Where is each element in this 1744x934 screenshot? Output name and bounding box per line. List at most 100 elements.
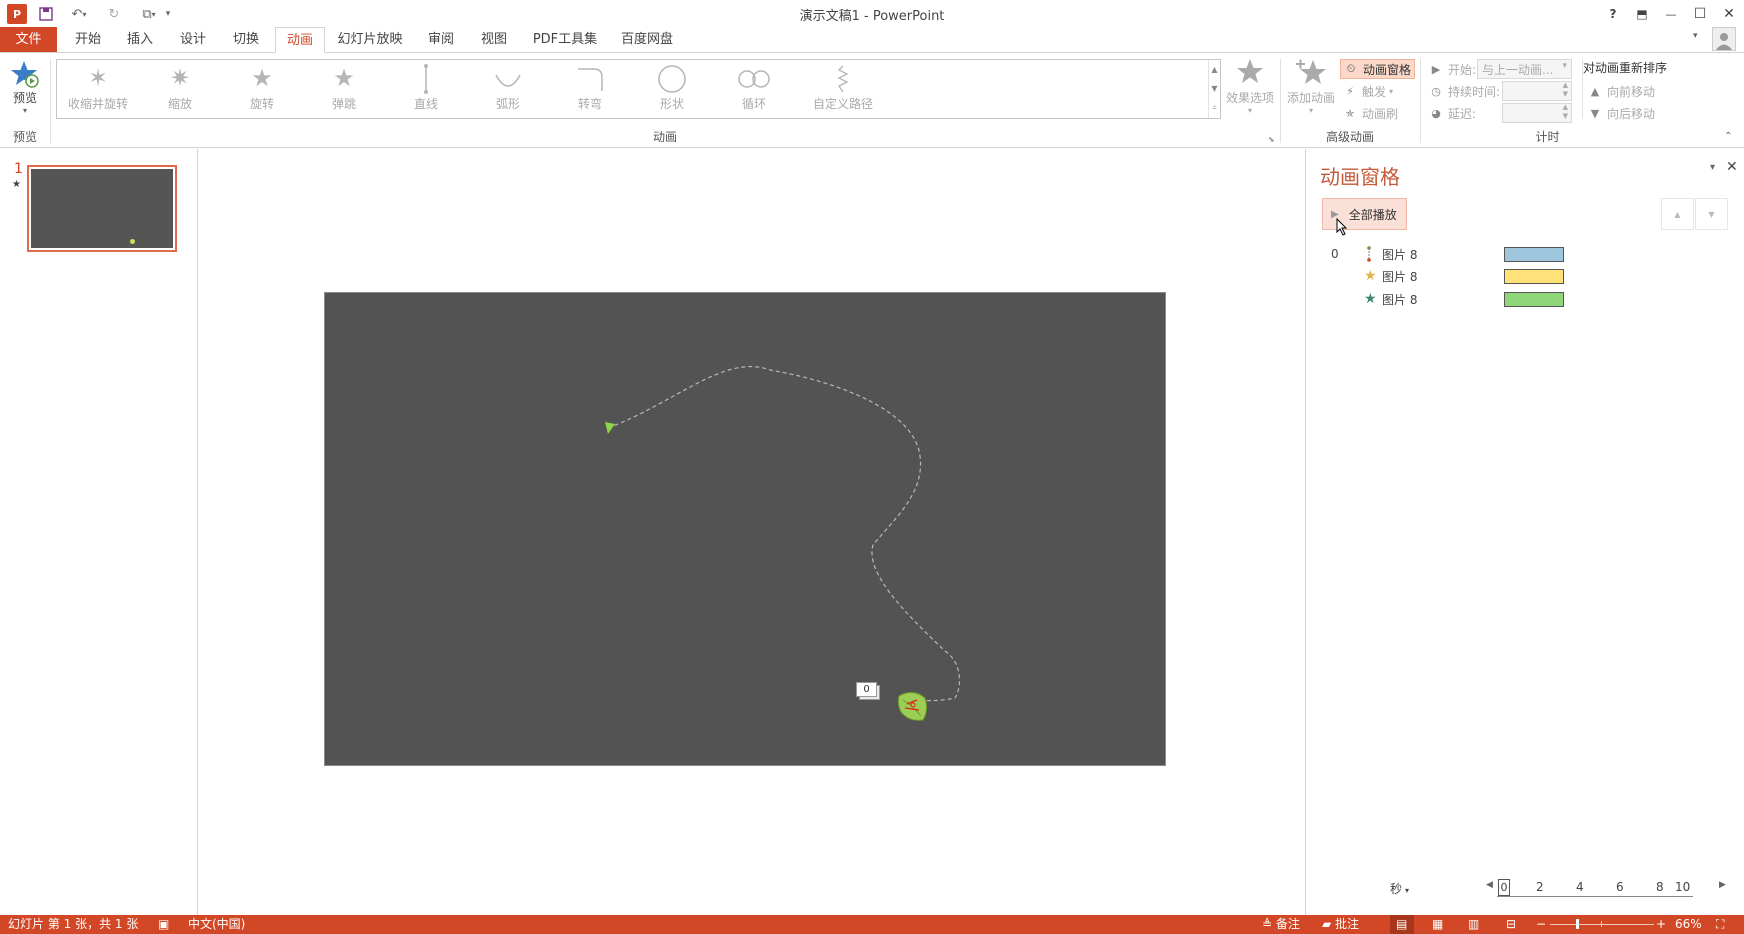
ribbon-display-options-button[interactable]: ⬒ (1628, 3, 1656, 25)
start-label: ▶ 开始: (1428, 59, 1476, 79)
close-button[interactable]: ✕ (1715, 3, 1743, 25)
shrink-turn-icon: ✶ (87, 64, 109, 92)
gallery-more-icon[interactable]: ⩡ (1212, 103, 1217, 113)
tab-design[interactable]: 设计 (173, 27, 213, 53)
redo-icon[interactable]: ↻ (104, 4, 124, 24)
animation-tag[interactable]: 0 (856, 682, 880, 700)
slideshow-view-icon[interactable]: ⊟ (1506, 917, 1516, 932)
notes-button[interactable]: ≜ 备注 (1262, 917, 1300, 932)
animation-pane-icon: ⏲ (1346, 62, 1356, 75)
reading-view-icon[interactable]: ▥ (1468, 917, 1479, 932)
trigger-button[interactable]: ⚡ 触发 ▾ (1342, 81, 1393, 101)
gallery-item-lines[interactable]: 直线 (385, 60, 467, 118)
scroll-down-icon[interactable]: ▼ (1211, 84, 1217, 93)
user-avatar[interactable] (1712, 27, 1736, 51)
zoom-in-icon[interactable]: + (1656, 917, 1666, 932)
duration-spinner[interactable]: ▲ ▼ (1502, 81, 1572, 101)
help-button[interactable]: ? (1599, 3, 1627, 25)
add-animation-label: 添加动画 (1286, 91, 1335, 105)
gallery-item-bounce[interactable]: ★ 弹跳 (303, 60, 385, 118)
gallery-item-shrink-turn[interactable]: ✶ 收缩并旋转 (57, 60, 139, 118)
timeline-scroll-left-icon[interactable]: ◀ (1486, 880, 1493, 890)
painter-star-icon: ✯ (1345, 106, 1355, 120)
delay-clock-icon: ◕ (1431, 106, 1441, 120)
start-select[interactable]: 与上一动画... ▾ (1477, 59, 1572, 79)
gallery-item-turns[interactable]: 转弯 (549, 60, 631, 118)
delay-spinner[interactable]: ▲ ▼ (1502, 103, 1572, 123)
effect-options-label: 效果选项 (1225, 91, 1274, 105)
language-indicator[interactable]: 中文(中国) (188, 917, 245, 932)
zoom-level[interactable]: 66% (1675, 917, 1702, 932)
play-icon: ▶ (1431, 62, 1441, 76)
collapse-ribbon-icon[interactable]: ⌃ (1724, 131, 1732, 142)
animation-list-item[interactable]: ★ 图片 8 (1306, 265, 1744, 287)
animation-pane: 动画窗格 ▾ ✕ ▶ 全部播放 ▲ ▼ 0 图片 8 ★ 图片 8 ★ 图片 8… (1305, 149, 1744, 915)
slide-canvas[interactable]: 0 (324, 292, 1166, 766)
move-down-button[interactable]: ▼ (1695, 198, 1728, 230)
dialog-launcher-icon[interactable]: ⬊ (1268, 135, 1275, 144)
slide-sorter-icon[interactable]: ▦ (1432, 917, 1443, 932)
gallery-scrollbar[interactable]: ▲ ▼ ⩡ (1208, 60, 1220, 118)
move-later-button[interactable]: ▼ 向后移动 (1587, 103, 1655, 123)
clock-icon: ◷ (1431, 84, 1441, 98)
preview-button[interactable]: 预览 ▾ (6, 59, 44, 115)
minimize-button[interactable]: — (1657, 3, 1685, 25)
tab-animations[interactable]: 动画 (275, 27, 325, 53)
animation-list-item[interactable]: 0 图片 8 (1306, 243, 1744, 265)
gallery-item-custom-path[interactable]: 自定义路径 (795, 60, 891, 118)
zoom-slider-thumb[interactable] (1576, 919, 1579, 929)
tab-file[interactable]: 文件 (0, 27, 57, 53)
tab-slideshow[interactable]: 幻灯片放映 (334, 27, 406, 53)
animation-list-item[interactable]: ★ 图片 8 (1306, 288, 1744, 310)
motion-path[interactable] (325, 293, 1167, 767)
save-icon[interactable] (36, 4, 56, 24)
spell-check-icon[interactable]: ▣ (158, 917, 169, 932)
custom-path-icon (837, 65, 849, 93)
timeline-bar[interactable] (1504, 246, 1564, 262)
comments-button[interactable]: ▰ 批注 (1322, 917, 1359, 932)
account-dropdown-icon[interactable]: ▾ (1693, 31, 1698, 41)
gallery-item-loops[interactable]: 循环 (713, 60, 795, 118)
spinner-arrows-icon: ▲ ▼ (1562, 81, 1568, 98)
gallery-item-spin[interactable]: ★ 旋转 (221, 60, 303, 118)
tab-baidu-netdisk[interactable]: 百度网盘 (617, 27, 677, 53)
timeline-bar[interactable] (1504, 291, 1564, 307)
tab-transitions[interactable]: 切换 (226, 27, 266, 53)
gallery-item-zoom[interactable]: ✷ 缩放 (139, 60, 221, 118)
scroll-up-icon[interactable]: ▲ (1211, 65, 1217, 74)
move-earlier-button[interactable]: ▲ 向前移动 (1587, 81, 1655, 101)
effect-options-button[interactable]: 效果选项 ▾ (1224, 57, 1276, 115)
timeline-unit-select[interactable]: 秒 ▾ (1390, 880, 1409, 897)
maximize-button[interactable]: ☐ (1686, 3, 1714, 25)
timeline-bar[interactable] (1504, 268, 1564, 284)
pane-options-icon[interactable]: ▾ (1710, 162, 1715, 173)
zoom-slider[interactable] (1550, 919, 1654, 929)
down-triangle-icon: ▼ (1590, 106, 1600, 120)
play-all-button[interactable]: ▶ 全部播放 (1322, 198, 1407, 230)
tab-pdf-tools[interactable]: PDF工具集 (531, 27, 599, 53)
tab-insert[interactable]: 插入 (120, 27, 160, 53)
customize-toolbar-icon[interactable]: ▾ (160, 4, 176, 24)
move-up-button[interactable]: ▲ (1661, 198, 1694, 230)
slide-count: 幻灯片 第 1 张，共 1 张 (8, 917, 139, 931)
spin-star-icon: ★ (251, 64, 273, 92)
pane-close-icon[interactable]: ✕ (1726, 159, 1738, 175)
timeline-ruler[interactable]: 0 2 4 6 8 10 (1497, 879, 1693, 897)
timeline-scroll-right-icon[interactable]: ▶ (1719, 880, 1726, 890)
zoom-out-icon[interactable]: − (1536, 917, 1546, 932)
slide-thumbnail[interactable] (27, 165, 177, 252)
ribbon-tabs: 文件 开始 插入 设计 切换 动画 幻灯片放映 审阅 视图 PDF工具集 百度网… (0, 27, 1744, 53)
undo-icon[interactable]: ↶ ▾ (64, 4, 94, 24)
gallery-item-shapes[interactable]: 形状 (631, 60, 713, 118)
leaf-picture[interactable] (895, 688, 931, 724)
tab-view[interactable]: 视图 (474, 27, 514, 53)
tab-review[interactable]: 审阅 (421, 27, 461, 53)
path-start-arrow-icon (605, 422, 615, 434)
add-animation-button[interactable]: 添加动画 ▾ (1285, 57, 1337, 115)
tab-home[interactable]: 开始 (68, 27, 108, 53)
animation-gallery: ✶ 收缩并旋转 ✷ 缩放 ★ 旋转 ★ 弹跳 直线 弧形 转弯 形状 循环 自定义路径 … (56, 59, 1221, 119)
animation-painter-button[interactable]: ✯ 动画刷 (1342, 103, 1398, 123)
gallery-item-arcs[interactable]: 弧形 (467, 60, 549, 118)
fit-to-window-icon[interactable]: ⛶ (1716, 917, 1724, 932)
animation-pane-button[interactable]: ⏲ 动画窗格 (1340, 59, 1415, 79)
